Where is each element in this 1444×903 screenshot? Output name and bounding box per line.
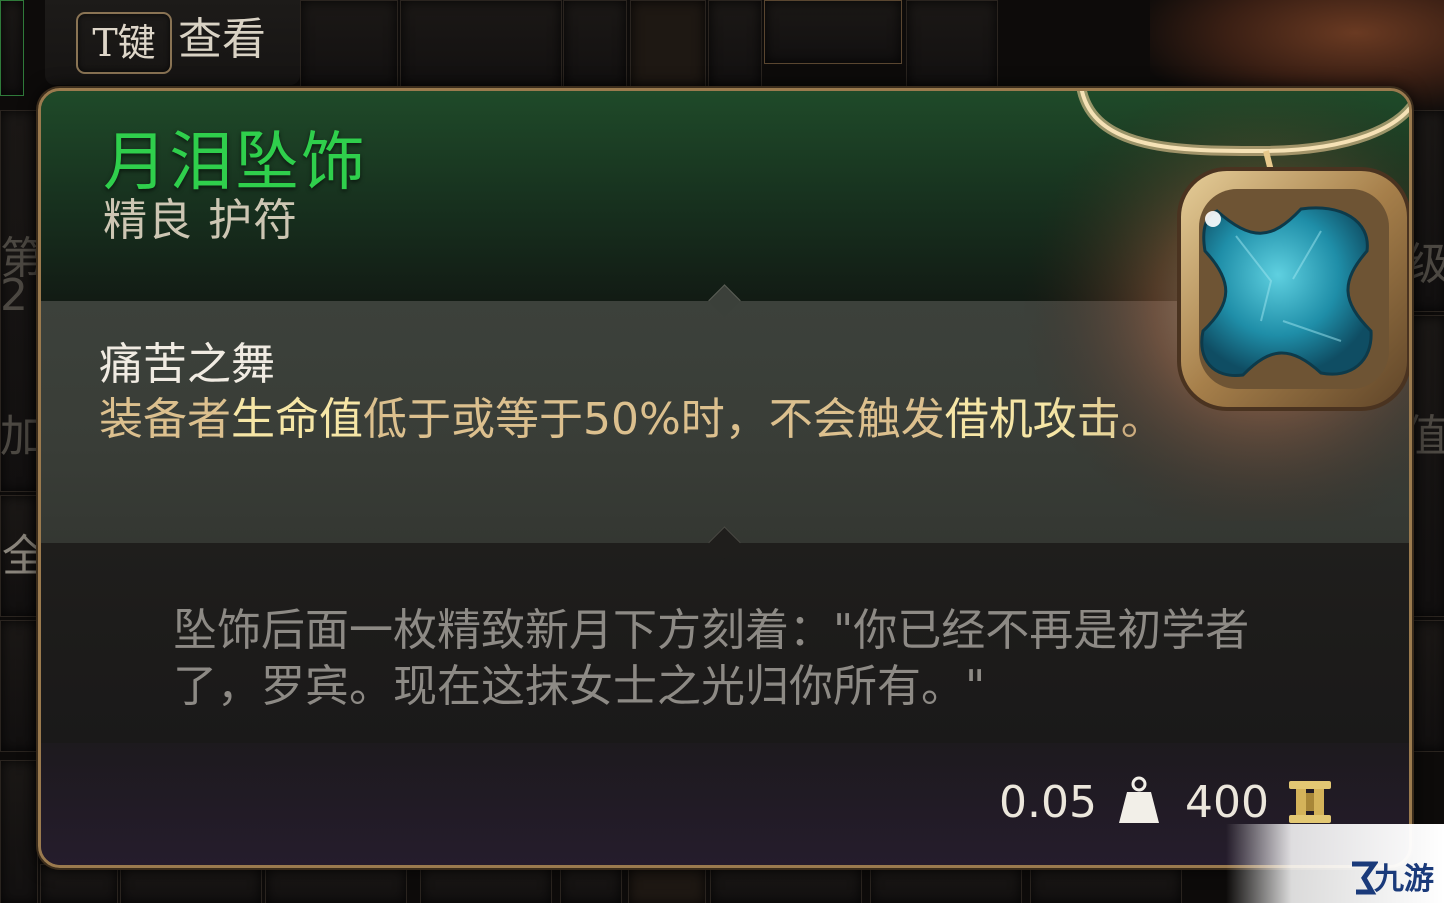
inventory-slot[interactable] [563,0,627,90]
inventory-slot[interactable] [560,864,622,903]
inventory-slot[interactable] [630,0,706,90]
watermark: 九游 [1226,824,1444,903]
ability-name: 痛苦之舞 [99,339,275,390]
inventory-slot[interactable] [1410,620,1444,752]
background-glyph: 2 [0,270,28,321]
watermark-text: 九游 [1374,862,1434,897]
inventory-slot[interactable] [870,864,1022,903]
inventory-slot[interactable] [0,620,38,752]
inventory-slot[interactable] [420,864,552,903]
inventory-slot[interactable] [710,864,862,903]
keyword-link-hit-points[interactable]: 生命值 [231,394,363,445]
inventory-slot[interactable] [906,0,998,90]
inventory-slot[interactable] [0,0,24,96]
gold-coin-icon [1289,781,1331,823]
inventory-slot[interactable] [120,864,262,903]
weight-icon [1119,776,1159,823]
game-screen: 第 2 加 全 级 值 T键 查看 月泪坠饰 精良 护符 痛苦之舞 装备者生命值… [0,0,1444,903]
inventory-slot[interactable] [1410,315,1444,617]
inventory-slot[interactable] [628,864,706,903]
inventory-slot[interactable] [1030,864,1182,903]
inspect-hint[interactable]: T键 查看 [45,0,300,85]
inventory-slot[interactable] [400,0,562,90]
inventory-slot[interactable] [265,864,407,903]
item-weight: 0.05 [999,777,1097,828]
inventory-slot[interactable] [0,760,38,903]
item-tooltip: 月泪坠饰 精良 护符 痛苦之舞 装备者生命值低于或等于50%时，不会触发借机攻击… [38,88,1412,868]
inventory-slot[interactable] [300,0,398,90]
item-rarity-type: 精良 护符 [103,195,298,246]
keyword-link-opportunity-attack[interactable]: 借机攻击 [945,394,1121,445]
inventory-slot[interactable] [708,0,762,90]
inventory-slot[interactable] [40,864,118,903]
desc-text: 。 [1120,394,1165,445]
item-lore: 坠饰后面一枚精致新月下方刻着："你已经不再是初学者了，罗宾。现在这抹女士之光归你… [173,605,1250,712]
ability-description: 装备者生命值低于或等于50%时，不会触发借机攻击。 [99,391,1219,448]
inventory-slot[interactable] [764,0,902,64]
desc-text: 装备者 [99,394,231,445]
desc-text: 低于或等于50%时，不会触发 [363,394,945,445]
hint-label: 查看 [178,14,266,65]
item-price: 400 [1185,777,1269,828]
hotkey-badge[interactable]: T键 [76,12,172,74]
item-name: 月泪坠饰 [103,126,367,200]
